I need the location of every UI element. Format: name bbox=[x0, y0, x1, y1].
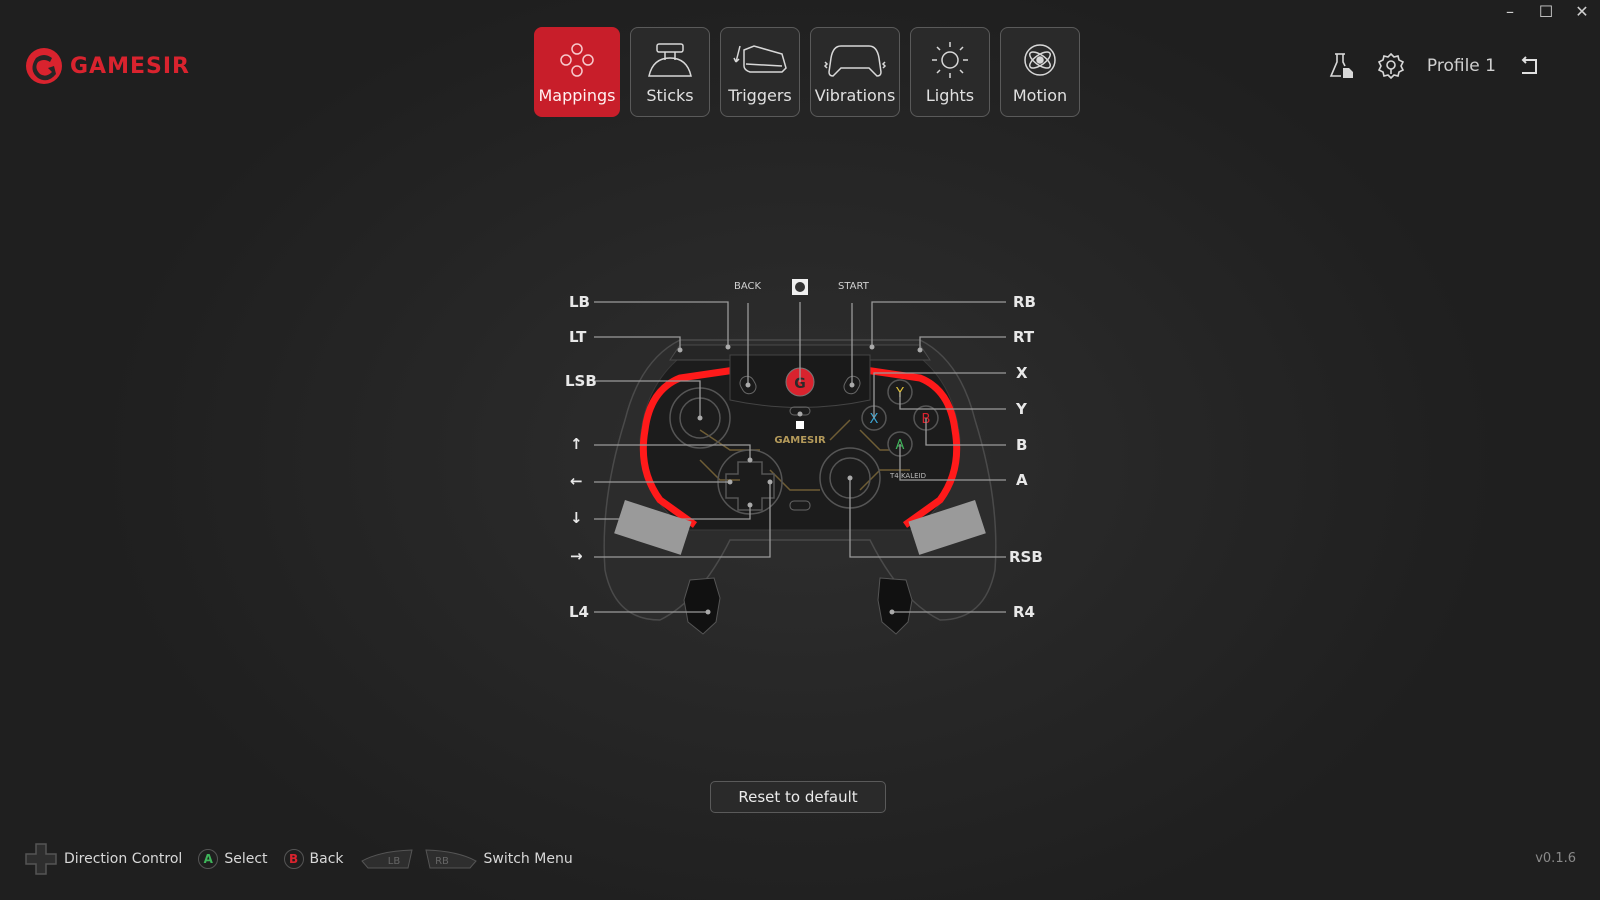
label-dpad-left[interactable]: ← bbox=[570, 472, 583, 490]
back-hint: Back bbox=[309, 851, 344, 867]
label-x[interactable]: X bbox=[1016, 364, 1028, 382]
label-back[interactable]: BACK bbox=[734, 281, 761, 292]
lb-bumper-icon: LB bbox=[360, 849, 413, 869]
label-rt[interactable]: RT bbox=[1013, 328, 1034, 346]
label-l4[interactable]: L4 bbox=[569, 603, 589, 621]
controller-logo-text: GAMESIR bbox=[774, 435, 826, 446]
a-button-icon: A bbox=[198, 849, 219, 869]
svg-text:LB: LB bbox=[387, 856, 400, 867]
label-start[interactable]: START bbox=[838, 281, 869, 292]
app-version: v0.1.6 bbox=[1535, 851, 1576, 866]
model-text: T4 KALEID bbox=[889, 472, 926, 480]
reset-to-default-button[interactable]: Reset to default bbox=[710, 781, 886, 813]
rb-bumper-icon: RB bbox=[424, 849, 477, 869]
label-r4[interactable]: R4 bbox=[1013, 603, 1035, 621]
label-lb[interactable]: LB bbox=[569, 293, 590, 311]
label-y[interactable]: Y bbox=[1016, 400, 1027, 418]
label-dpad-down[interactable]: ↓ bbox=[570, 509, 583, 527]
label-a[interactable]: A bbox=[1016, 471, 1028, 489]
label-lt[interactable]: LT bbox=[569, 328, 586, 346]
b-button-icon: B bbox=[283, 849, 304, 869]
dpad-icon bbox=[25, 843, 57, 875]
controller-diagram: G GAMESIR T4 KALEID Y X B A bbox=[594, 279, 1006, 635]
select-hint: Select bbox=[224, 851, 268, 867]
r4-paddle bbox=[877, 577, 913, 635]
label-rsb[interactable]: RSB bbox=[1009, 548, 1043, 566]
svg-text:RB: RB bbox=[435, 856, 449, 867]
label-rb[interactable]: RB bbox=[1013, 293, 1036, 311]
switch-menu-hint: Switch Menu bbox=[483, 851, 573, 867]
label-dpad-up[interactable]: ↑ bbox=[570, 435, 583, 453]
direction-control-hint: Direction Control bbox=[64, 851, 183, 867]
footer-hints: Direction Control A Select B Back LB RB … bbox=[24, 842, 581, 876]
label-b[interactable]: B bbox=[1016, 436, 1027, 454]
label-dpad-right[interactable]: → bbox=[570, 547, 583, 565]
label-lsb[interactable]: LSB bbox=[565, 372, 597, 390]
l4-paddle bbox=[683, 577, 721, 635]
